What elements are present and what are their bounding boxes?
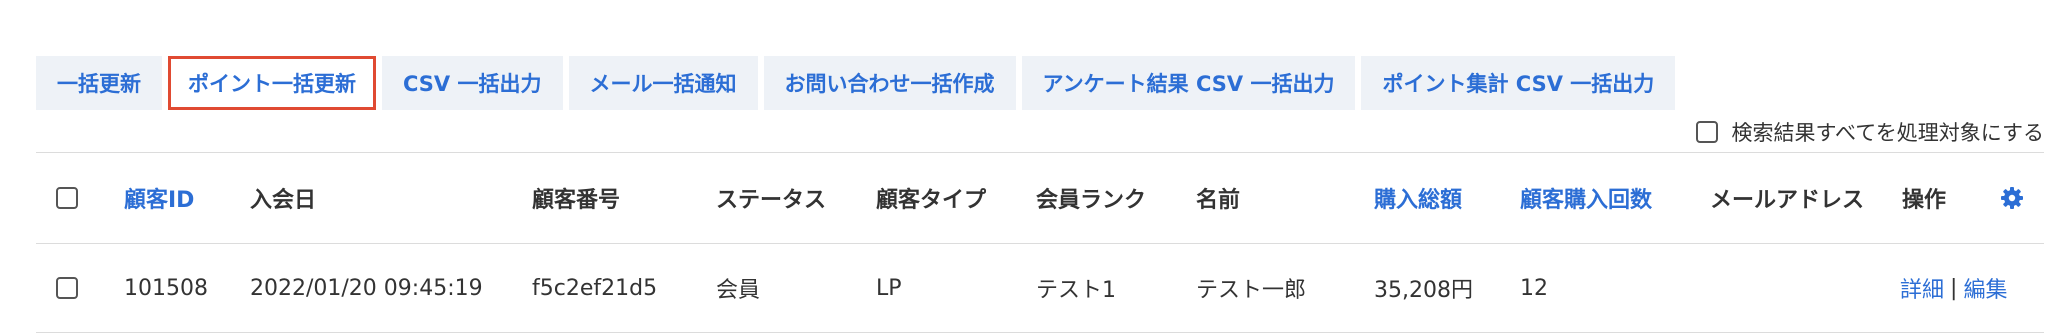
bulk-csv-export-button[interactable]: CSV 一括出力: [382, 56, 563, 110]
cell-purchase-count: 12: [1520, 275, 1548, 301]
header-purchase-count[interactable]: 顧客購入回数: [1520, 153, 1652, 243]
row-select-checkbox[interactable]: [56, 277, 78, 299]
detail-link[interactable]: 詳細: [1900, 272, 1944, 304]
cell-member-rank: テスト1: [1036, 278, 1116, 303]
bulk-survey-csv-export-button[interactable]: アンケート結果 CSV 一括出力: [1021, 56, 1356, 110]
header-checkbox-cell: [56, 153, 78, 243]
header-join-date: 入会日: [250, 188, 317, 213]
header-total-purchase[interactable]: 購入総額: [1374, 153, 1462, 243]
bulk-mail-notify-button[interactable]: メール一括通知: [568, 56, 758, 110]
select-all-results-checkbox[interactable]: [1695, 121, 1718, 143]
table-header-row: 顧客ID 入会日 顧客番号 ステータス 顧客タイプ 会員ランク 名前 購入総額 …: [36, 152, 2044, 244]
bulk-point-summary-csv-export-button[interactable]: ポイント集計 CSV 一括出力: [1361, 56, 1676, 110]
header-customer-number: 顧客番号: [532, 188, 621, 213]
header-email: メールアドレス: [1710, 188, 1865, 213]
cell-customer-id: 101508: [124, 275, 208, 301]
header-status: ステータス: [716, 188, 827, 213]
cell-actions: 詳細 | 編集: [1900, 244, 2007, 332]
action-separator: |: [1950, 275, 1958, 301]
row-checkbox-cell: [56, 244, 78, 332]
header-name: 名前: [1196, 188, 1241, 213]
bulk-update-button[interactable]: 一括更新: [36, 56, 162, 110]
select-page-checkbox[interactable]: [56, 187, 78, 209]
header-customer-type: 顧客タイプ: [876, 188, 987, 213]
cell-customer-type: LP: [876, 275, 902, 301]
gear-icon[interactable]: [2000, 153, 2024, 243]
cell-status: 会員: [716, 278, 761, 303]
edit-link[interactable]: 編集: [1963, 272, 2007, 304]
select-all-results-label: 検索結果すべてを処理対象にする: [1731, 121, 2044, 145]
table-row: 101508 2022/01/20 09:45:19 f5c2ef21d5 会員…: [36, 244, 2044, 333]
bulk-point-update-button[interactable]: ポイント一括更新: [168, 56, 376, 110]
cell-customer-number: f5c2ef21d5: [532, 275, 658, 301]
cell-join-date: 2022/01/20 09:45:19: [250, 275, 483, 301]
header-actions: 操作: [1902, 188, 1947, 213]
customer-table: 顧客ID 入会日 顧客番号 ステータス 顧客タイプ 会員ランク 名前 購入総額 …: [36, 152, 2044, 333]
cell-total-purchase: 35,208円: [1374, 278, 1473, 303]
header-customer-id[interactable]: 顧客ID: [124, 153, 194, 243]
header-member-rank: 会員ランク: [1036, 188, 1147, 213]
bulk-inquiry-create-button[interactable]: お問い合わせ一括作成: [763, 56, 1016, 110]
bulk-action-toolbar: 一括更新 ポイント一括更新 CSV 一括出力 メール一括通知 お問い合わせ一括作…: [36, 56, 1676, 110]
select-all-results[interactable]: 検索結果すべてを処理対象にする: [1695, 116, 2044, 148]
cell-name: テスト一郎: [1196, 278, 1307, 303]
